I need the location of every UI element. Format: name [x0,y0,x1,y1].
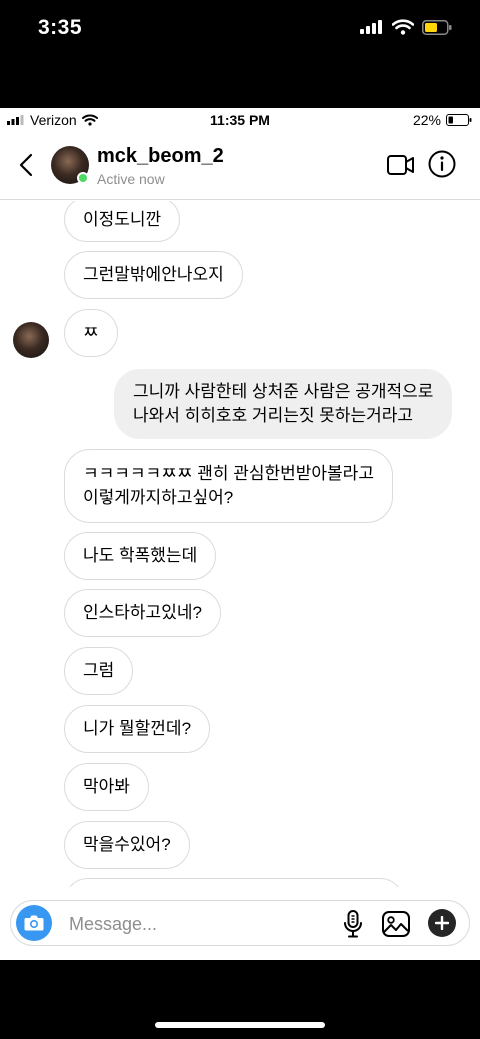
message-input[interactable] [69,912,329,936]
message-bubble: 니가 뭘할껀데? [64,705,211,753]
message-bubble: 나도 학폭했는데 [64,532,217,580]
message-text: 니가 뭘할껀데? [83,719,192,738]
camera-button[interactable] [16,905,52,941]
microphone-icon[interactable] [341,909,365,939]
message-text: 인스타하고있네? [83,603,202,622]
message-text: ㅉ [83,323,99,342]
message-bubble: 이정도니깐 [64,201,181,242]
message-composer [10,900,470,946]
message-line: 그니까 사람한테 상처준 사람은 공개적으로 [133,382,434,401]
home-indicator[interactable] [155,1022,325,1028]
message-bubble: 막아봐 [64,763,149,811]
video-camera-icon[interactable] [386,152,416,178]
battery-icon [422,19,452,35]
message-line: 이렇게까지하고싶어? [83,488,234,507]
device-status-bar: 3:35 [0,0,480,108]
message-bubble: 인스타하고있네? [64,589,221,637]
message-thread[interactable]: 이정도니깐 그런말밖에안나오지 ㅉ 그니까 사람한테 상처준 사람은 공개적으로… [0,201,480,887]
sender-avatar[interactable] [13,322,49,358]
active-status: Active now [97,171,165,187]
message-text: 그럼 [83,661,115,680]
inner-status-bar: Verizon 11:35 PM 22% [0,108,480,132]
back-button[interactable] [12,150,40,180]
message-text: 막을수있어? [83,835,171,854]
message-text: 막아봐 [83,777,130,796]
battery-group: 22% [413,112,472,128]
plus-icon [435,916,449,930]
online-indicator [77,172,89,184]
image-icon[interactable] [381,909,411,939]
message-bubble-partial [64,878,404,887]
message-text: 그런말밖에안나오지 [83,265,224,284]
message-bubble: 그럼 [64,647,134,695]
wifi-icon [392,19,414,35]
chat-username[interactable]: mck_beom_2 [97,145,224,168]
instagram-dm-screen: Verizon 11:35 PM 22% mck_beom_2 Active n… [0,108,480,960]
message-line: ㅋㅋㅋㅋㅋㅉㅉ 괜히 관심한번받아볼라고 [83,464,374,483]
message-text: 이정도니깐 [83,209,162,229]
inner-time: 11:35 PM [210,112,270,128]
message-bubble: ㅉ [64,309,118,357]
camera-icon [24,915,44,931]
message-bubble: 그런말밖에안나오지 [64,251,243,299]
sent-message-bubble: 그니까 사람한테 상처준 사람은 공개적으로 나와서 히히호호 거리는짓 못하는… [114,369,453,439]
home-bar-area [0,960,480,1039]
signal-icon [360,20,382,34]
inner-battery-icon [446,114,472,126]
chat-header: mck_beom_2 Active now [0,132,480,200]
message-bubble: 막을수있어? [64,821,190,869]
message-line: 나와서 히히호호 거리는짓 못하는거라고 [133,406,414,425]
chevron-left-icon [19,153,33,177]
battery-percent: 22% [412,112,441,128]
plus-button[interactable] [428,909,456,937]
device-status-icons [360,19,452,35]
message-text: 나도 학폭했는데 [83,546,198,565]
message-bubble: ㅋㅋㅋㅋㅋㅉㅉ 괜히 관심한번받아볼라고 이렇게까지하고싶어? [64,449,393,523]
info-icon[interactable] [427,149,457,179]
device-time: 3:35 [38,16,83,39]
